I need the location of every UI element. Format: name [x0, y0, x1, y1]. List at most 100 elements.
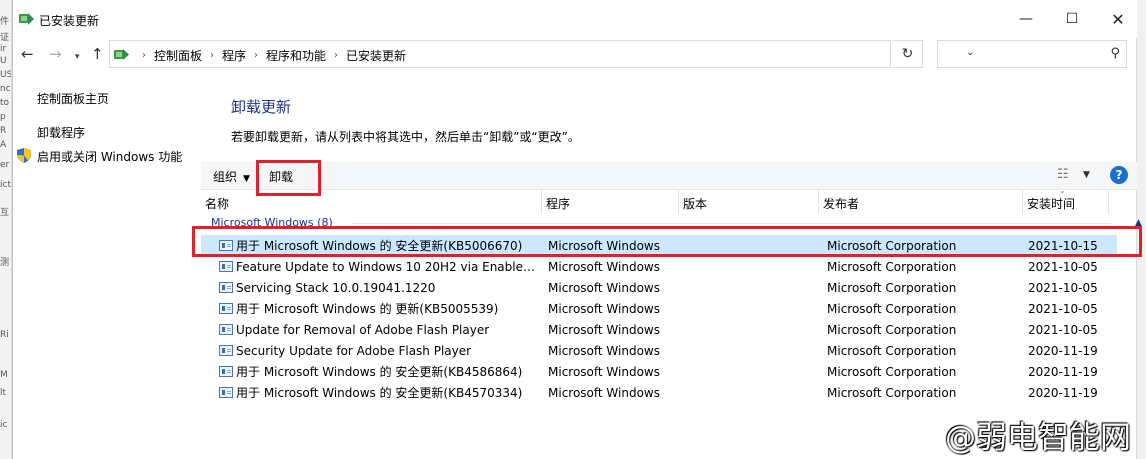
organize-label: 组织 [213, 170, 238, 184]
update-icon [219, 303, 233, 314]
control-panel-home-link[interactable]: 控制面板主页 [37, 90, 109, 107]
window-title: 已安装更新 [39, 14, 100, 28]
background-text-fragment: ict [0, 180, 11, 190]
watermark-text: @弱电智能网 [945, 420, 1131, 456]
cell-program: Microsoft Windows [548, 385, 660, 400]
table-row[interactable]: Servicing Stack 10.0.19041.1220 Microsoft… [201, 277, 1117, 298]
update-rows: 用于 Microsoft Windows 的 安全更新(KB5006670) Mi… [201, 235, 1117, 403]
background-text-fragment: M [0, 370, 8, 380]
group-divider [351, 223, 1111, 224]
breadcrumb-programs[interactable]: 程序 [222, 47, 246, 64]
address-bar[interactable]: › 控制面板 › 程序 › 程序和功能 › 已安装更新 ⌄ [109, 40, 974, 68]
cell-name: 用于 Microsoft Windows 的 安全更新(KB4586864) [201, 363, 542, 380]
update-name: Servicing Stack 10.0.19041.1220 [236, 280, 436, 295]
breadcrumb-separator-icon: › [142, 50, 146, 61]
close-button[interactable]: ✕ [1095, 0, 1141, 38]
command-toolbar: 组织 ▼ 卸载 ☷ ▼ ? [201, 160, 1137, 196]
table-row[interactable]: 用于 Microsoft Windows 的 更新(KB5005539) Micr… [201, 298, 1117, 319]
refresh-button[interactable]: ↻ [893, 40, 923, 68]
update-name: Security Update for Adobe Flash Player [236, 343, 472, 358]
column-header-row: 名称 程序 版本 发布者 ⌄ 安装时间 [201, 186, 1137, 214]
search-input[interactable]: ⚲ [937, 40, 1127, 68]
update-name: 用于 Microsoft Windows 的 更新(KB5005539) [236, 302, 499, 316]
minimize-button[interactable]: — [1003, 0, 1049, 38]
cell-program: Microsoft Windows [548, 280, 660, 295]
recent-locations-chevron-icon[interactable]: ▾ [75, 47, 80, 67]
breadcrumb-installed-updates[interactable]: 已安装更新 [346, 47, 406, 64]
view-dropdown-caret-icon[interactable]: ▼ [1083, 170, 1090, 180]
organize-menu-button[interactable]: 组织 ▼ [213, 168, 250, 185]
breadcrumb-programs-and-features[interactable]: 程序和功能 [266, 47, 326, 64]
cell-install-date: 2021-10-05 [1028, 280, 1098, 295]
cell-publisher: Microsoft Corporation [827, 385, 957, 400]
background-window-left: 件证ir U US nce to pRAer ict 互测 Ri Mlt ic [0, 0, 12, 459]
cell-publisher: Microsoft Corporation [827, 364, 957, 379]
background-text-fragment: Ri [0, 330, 9, 340]
background-text-fragment: US [0, 70, 12, 80]
annotation-highlight-box [192, 226, 1142, 257]
title-bar: 已安装更新 — ☐ ✕ [13, 0, 1137, 38]
cell-publisher: Microsoft Corporation [827, 322, 957, 337]
background-text-fragment: lt [0, 388, 7, 398]
control-panel-icon [19, 13, 34, 25]
table-row[interactable]: Feature Update to Windows 10 20H2 via En… [201, 256, 1117, 277]
update-name: Feature Update to Windows 10 20H2 via En… [236, 259, 542, 274]
breadcrumb-control-panel[interactable]: 控制面板 [154, 47, 202, 64]
cell-publisher: Microsoft Corporation [827, 280, 957, 295]
search-icon[interactable]: ⚲ [1110, 46, 1120, 61]
cell-name: 用于 Microsoft Windows 的 安全更新(KB4570334) [201, 384, 542, 401]
update-icon [219, 261, 233, 272]
background-text-fragment: A [0, 140, 7, 150]
background-text-fragment: R [0, 126, 7, 136]
background-text-fragment: U [0, 56, 7, 66]
column-header-install-date-label: 安装时间 [1027, 197, 1076, 211]
address-row: ← → ▾ ↑ › 控制面板 › 程序 › 程序和功能 › 已安装更新 ⌄ ↻ [13, 38, 1137, 72]
cell-install-date: 2020-11-19 [1028, 343, 1098, 358]
breadcrumb-separator-icon[interactable]: › [210, 50, 214, 61]
column-header-install-date[interactable]: ⌄ 安装时间 [1023, 186, 1109, 214]
forward-arrow-icon[interactable]: → [49, 44, 62, 64]
background-text-fragment: ir [0, 44, 7, 54]
cell-name: Security Update for Adobe Flash Player [201, 344, 542, 358]
cell-program: Microsoft Windows [548, 301, 660, 316]
windows-features-link[interactable]: 启用或关闭 Windows 功能 [37, 148, 182, 165]
shield-icon [17, 148, 31, 163]
table-row[interactable]: Security Update for Adobe Flash Player Mi… [201, 340, 1117, 361]
breadcrumb-separator-icon[interactable]: › [334, 50, 338, 61]
update-icon [219, 282, 233, 293]
column-header-version[interactable]: 版本 [679, 190, 819, 214]
uninstall-program-link[interactable]: 卸载程序 [37, 124, 85, 141]
background-text-fragment: ic [0, 420, 8, 430]
cell-publisher: Microsoft Corporation [827, 343, 957, 358]
update-name: 用于 Microsoft Windows 的 安全更新(KB4570334) [236, 386, 523, 400]
update-icon [219, 345, 233, 356]
cell-install-date: 2021-10-05 [1028, 259, 1098, 274]
table-row[interactable]: 用于 Microsoft Windows 的 安全更新(KB4586864) Mi… [201, 361, 1117, 382]
refresh-icon: ↻ [901, 46, 914, 62]
help-button[interactable]: ? [1110, 166, 1128, 184]
cell-program: Microsoft Windows [548, 364, 660, 379]
breadcrumb-separator-icon[interactable]: › [254, 50, 258, 61]
column-header-name[interactable]: 名称 [201, 190, 542, 214]
cell-program: Microsoft Windows [548, 343, 660, 358]
update-icon [219, 366, 233, 377]
column-header-program[interactable]: 程序 [542, 190, 679, 214]
table-row[interactable]: 用于 Microsoft Windows 的 安全更新(KB4570334) Mi… [201, 382, 1117, 403]
update-icon [219, 387, 233, 398]
cell-name: Feature Update to Windows 10 20H2 via En… [201, 260, 542, 274]
view-icon[interactable]: ☷ [1057, 167, 1069, 182]
up-arrow-icon[interactable]: ↑ [91, 44, 104, 64]
cell-program: Microsoft Windows [548, 322, 660, 337]
cell-publisher: Microsoft Corporation [827, 259, 957, 274]
back-arrow-icon[interactable]: ← [21, 44, 34, 64]
update-name: 用于 Microsoft Windows 的 安全更新(KB4586864) [236, 365, 523, 379]
update-icon [219, 324, 233, 335]
breadcrumb: › 控制面板 › 程序 › 程序和功能 › 已安装更新 [134, 47, 406, 64]
background-text-fragment: er [0, 160, 10, 170]
column-header-publisher[interactable]: 发布者 [819, 190, 1023, 214]
background-text-fragment: nce [0, 84, 11, 94]
table-row[interactable]: Update for Removal of Adobe Flash Player… [201, 319, 1117, 340]
background-text-fragment: p [0, 112, 6, 122]
dropdown-caret-icon: ▼ [243, 174, 250, 184]
maximize-button[interactable]: ☐ [1049, 0, 1095, 38]
